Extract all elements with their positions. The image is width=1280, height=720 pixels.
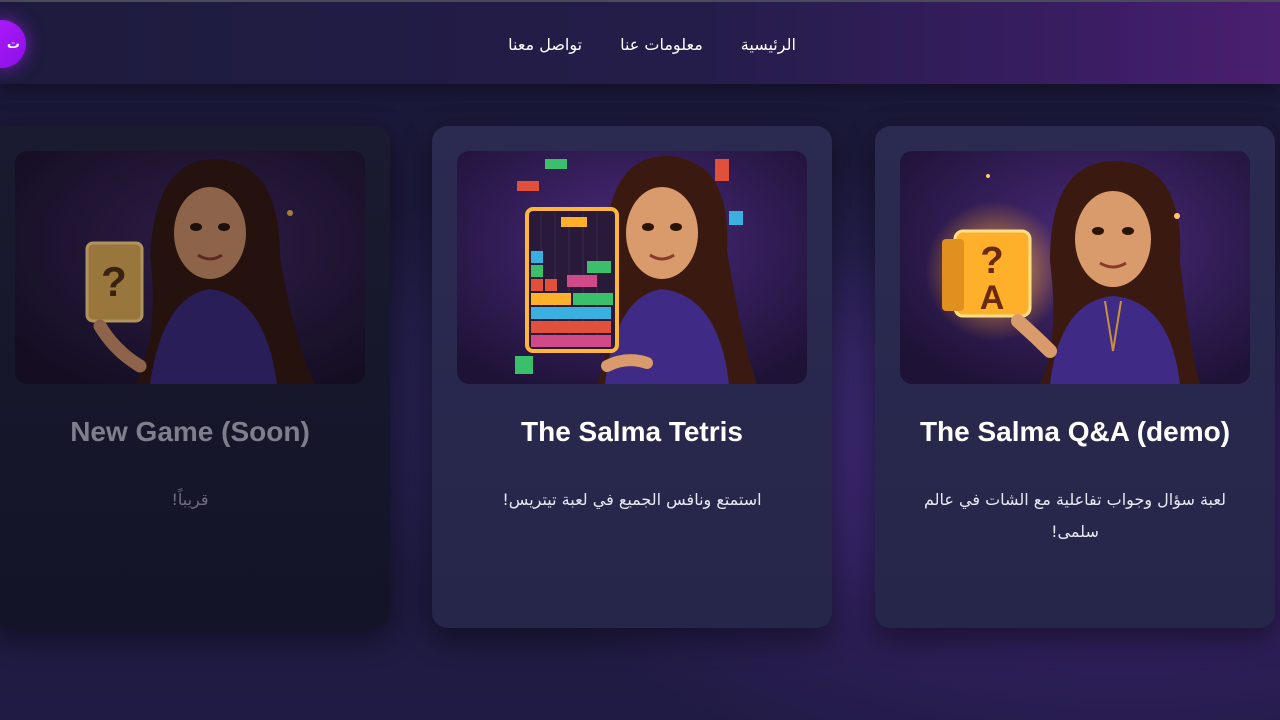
games-grid: ? A The Salma Q&A (demo) لعبة سؤال وجواب… <box>0 126 1280 628</box>
game-card-qa[interactable]: ? A The Salma Q&A (demo) لعبة سؤال وجواب… <box>875 126 1275 628</box>
game-title: The Salma Tetris <box>520 416 743 447</box>
game-description: استمتع ونافس الجميع في لعبة تيتريس! <box>502 490 762 509</box>
game-image-qa: ? A <box>900 151 1250 384</box>
top-navbar: ت الرئيسية معلومات عنا تواصل معنا <box>0 0 1280 84</box>
game-image-coming-soon: ? <box>15 151 365 384</box>
nav-link-home[interactable]: الرئيسية <box>741 35 796 54</box>
nav-link-about[interactable]: معلومات عنا <box>620 35 703 54</box>
game-card-tetris[interactable]: The Salma Tetris استمتع ونافس الجميع في … <box>432 126 832 628</box>
svg-text:?: ? <box>980 240 1003 282</box>
nav-link-contact[interactable]: تواصل معنا <box>508 35 582 54</box>
game-description: لعبة سؤال وجواب تفاعلية مع الشات في عالم… <box>924 490 1226 541</box>
nav-links: الرئيسية معلومات عنا تواصل معنا <box>0 2 1280 86</box>
game-description: قريباً! <box>171 490 209 509</box>
game-title: New Game (Soon) <box>70 416 310 447</box>
game-title: The Salma Q&A (demo) <box>919 416 1231 447</box>
game-image-tetris <box>457 151 807 384</box>
svg-text:A: A <box>980 279 1005 317</box>
game-card-coming-soon: ? New Game (Soon) قريباً! <box>0 126 390 628</box>
